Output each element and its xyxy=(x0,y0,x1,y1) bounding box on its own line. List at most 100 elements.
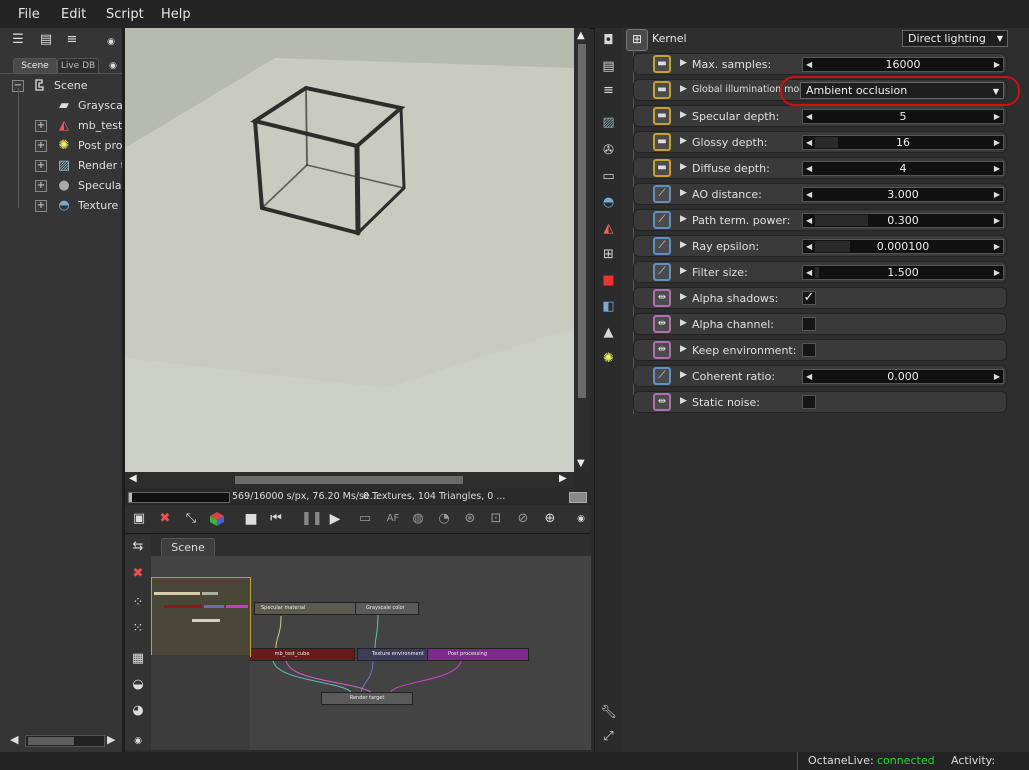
param-slider[interactable]: ◀ 3.000 ▶ xyxy=(802,187,1004,202)
expand-arrow-icon[interactable]: ▶ xyxy=(680,370,687,380)
kernel-type-dropdown[interactable]: Direct lighting ▼ xyxy=(902,30,1008,47)
geometry-icon[interactable]: ◧ xyxy=(599,298,618,316)
recenter-view-icon[interactable]: ▣ xyxy=(131,511,147,527)
param-slider[interactable]: ◀ 4 ▶ xyxy=(802,161,1004,176)
expand-arrow-icon[interactable]: ▶ xyxy=(680,266,687,276)
param-slider[interactable]: ◀ 0.300 ▶ xyxy=(802,213,1004,228)
object-picker-icon[interactable]: ⊛ xyxy=(462,511,478,527)
int-icon[interactable]: ▬ xyxy=(653,159,671,177)
material-picker-icon[interactable]: ◔ xyxy=(436,511,452,527)
color-cube-icon[interactable] xyxy=(209,511,225,527)
menu-edit[interactable]: Edit xyxy=(61,7,86,22)
layers-icon[interactable]: ▤ xyxy=(599,58,618,76)
menu-script[interactable]: Script xyxy=(106,7,144,22)
pause-render-button[interactable]: ❚❚ xyxy=(301,511,323,527)
node-post-processing[interactable]: Post processing xyxy=(427,648,529,661)
int-icon[interactable]: ▬ xyxy=(653,107,671,125)
stop-render-button[interactable]: ■ xyxy=(243,511,259,527)
list-icon[interactable]: ≡ xyxy=(63,32,81,48)
param-slider[interactable]: ◀ 0.000100 ▶ xyxy=(802,239,1004,254)
delete-nodes-icon[interactable]: ✖ xyxy=(129,566,147,582)
scrollbar-thumb[interactable] xyxy=(28,737,74,745)
param-slider[interactable]: ◀ 16 ▶ xyxy=(802,135,1004,150)
layers-icon[interactable]: ▤ xyxy=(37,32,55,48)
bool-icon[interactable]: ⇹ xyxy=(653,289,671,307)
menu-file[interactable]: File xyxy=(18,7,40,22)
expand-arrow-icon[interactable]: ▶ xyxy=(680,84,687,94)
bool-icon[interactable]: ⇹ xyxy=(653,315,671,333)
int-icon[interactable]: ▬ xyxy=(653,55,671,73)
scroll-up-arrow[interactable]: ▲ xyxy=(577,30,585,41)
int-icon[interactable]: ▬ xyxy=(653,133,671,151)
camera-icon[interactable]: ◘ xyxy=(599,32,618,50)
increment-arrow-icon[interactable]: ▶ xyxy=(994,214,1000,227)
expand-arrow-icon[interactable]: ▶ xyxy=(680,58,687,68)
image-icon[interactable]: ▨ xyxy=(599,114,618,132)
expand-icon[interactable]: + xyxy=(35,160,47,172)
film-camera-icon[interactable]: ✇ xyxy=(599,142,618,160)
increment-arrow-icon[interactable]: ▶ xyxy=(994,58,1000,71)
expand-arrow-icon[interactable]: ▶ xyxy=(680,136,687,146)
tab-live-db[interactable]: Live DB xyxy=(57,58,99,73)
focus-picker-icon[interactable]: ⤡ xyxy=(183,511,199,527)
bool-icon[interactable]: ⇹ xyxy=(653,393,671,411)
expand-arrow-icon[interactable]: ▶ xyxy=(680,344,687,354)
float-icon[interactable]: ⟋ xyxy=(653,185,671,203)
param-checkbox[interactable]: ✓ xyxy=(802,291,816,305)
node-render-target[interactable]: Render target xyxy=(321,692,413,705)
scroll-right-arrow[interactable]: ▶ xyxy=(559,473,567,484)
param-slider[interactable]: ◀ 0.000 ▶ xyxy=(802,369,1004,384)
start-render-button[interactable]: ▶ xyxy=(327,511,343,527)
float-icon[interactable]: ⟋ xyxy=(653,237,671,255)
bool-icon[interactable]: ⇹ xyxy=(653,341,671,359)
texture-node-icon[interactable]: ◕ xyxy=(129,703,147,719)
scroll-left-arrow[interactable]: ◀ xyxy=(129,473,137,484)
scroll-right-arrow[interactable]: ▶ xyxy=(107,734,117,746)
node-graph-minimap[interactable] xyxy=(151,577,251,657)
float-icon[interactable]: ⟋ xyxy=(653,211,671,229)
increment-arrow-icon[interactable]: ▶ xyxy=(994,188,1000,201)
toolbar-settings-icon[interactable]: ◉ xyxy=(573,511,589,527)
viewport-vertical-scrollbar[interactable]: ▲ ▼ xyxy=(574,28,590,472)
node-grayscale-color[interactable]: Grayscale color xyxy=(355,602,419,615)
scroll-down-arrow[interactable]: ▼ xyxy=(577,458,585,469)
render-viewport[interactable] xyxy=(125,28,574,472)
refresh-dot-icon[interactable]: ◉ xyxy=(104,58,122,74)
expand-arrow-icon[interactable]: ▶ xyxy=(680,240,687,250)
wrench-icon[interactable]: 🔧︎ xyxy=(599,704,618,722)
restart-render-button[interactable]: ⏮ xyxy=(268,511,284,527)
scroll-left-arrow[interactable]: ◀ xyxy=(10,734,20,746)
viewport-lock-icon[interactable]: ▭ xyxy=(357,511,373,527)
increment-arrow-icon[interactable]: ▶ xyxy=(994,136,1000,149)
expand-arrow-icon[interactable]: ▶ xyxy=(680,162,687,172)
image-node-icon[interactable]: ▦ xyxy=(129,651,147,667)
expand-arrow-icon[interactable]: ▶ xyxy=(680,110,687,120)
display-icon[interactable]: ▭ xyxy=(599,168,618,186)
expand-arrow-icon[interactable]: ▶ xyxy=(680,214,687,224)
camera-picker-icon[interactable]: ⊡ xyxy=(488,511,504,527)
param-checkbox[interactable] xyxy=(802,343,816,357)
settings-dot-icon[interactable]: ◉ xyxy=(102,34,120,50)
material-node-icon[interactable]: ◒ xyxy=(129,677,147,693)
increment-arrow-icon[interactable]: ▶ xyxy=(994,266,1000,279)
landscape-icon[interactable]: ▲ xyxy=(599,324,618,342)
param-slider[interactable]: ◀ 5 ▶ xyxy=(802,109,1004,124)
viewport-horizontal-scrollbar[interactable]: ◀ ▶ xyxy=(125,472,574,488)
increment-arrow-icon[interactable]: ▶ xyxy=(994,110,1000,123)
sun-icon[interactable]: ✺ xyxy=(599,350,618,368)
fullscreen-icon[interactable]: ⤢ xyxy=(599,728,618,746)
red-cube-icon[interactable]: ■ xyxy=(599,272,618,290)
expand-arrow-icon[interactable]: ▶ xyxy=(680,396,687,406)
expand-arrow-icon[interactable]: ▶ xyxy=(680,188,687,198)
expand-arrow-icon[interactable]: ▶ xyxy=(680,292,687,302)
float-icon[interactable]: ⟋ xyxy=(653,367,671,385)
reset-camera-icon[interactable]: ✖ xyxy=(157,511,173,527)
node-texture-environment[interactable]: Texture environment xyxy=(357,648,437,661)
scrollbar-thumb[interactable] xyxy=(578,44,586,398)
list-icon[interactable]: ≡ xyxy=(599,82,618,100)
expand-arrow-icon[interactable]: ▶ xyxy=(680,318,687,328)
ungroup-nodes-icon[interactable]: ⁙ xyxy=(129,621,147,637)
param-checkbox[interactable] xyxy=(802,317,816,331)
param-slider[interactable]: ◀ 1.500 ▶ xyxy=(802,265,1004,280)
node-graph-editor[interactable]: Specular material Grayscale color mb_tes… xyxy=(151,556,591,750)
